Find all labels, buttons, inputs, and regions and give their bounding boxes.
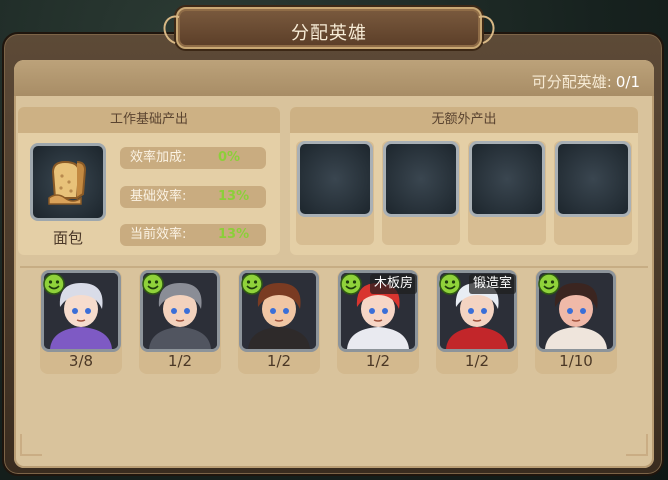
empty-slot	[555, 141, 631, 217]
hero-assignment-tag: 锻造室	[468, 274, 516, 294]
happy-face-icon	[43, 273, 65, 295]
stat-base-efficiency: 基础效率: 13%	[120, 186, 266, 208]
happy-face-icon	[340, 273, 362, 295]
stat-label: 效率加成:	[130, 150, 187, 165]
stat-value: 13%	[218, 189, 250, 204]
extra-output-panel: 无额外产出	[290, 107, 638, 255]
hero-card[interactable]: 1/2	[139, 270, 221, 376]
stat-label: 当前效率:	[130, 227, 187, 242]
assignable-heroes: 可分配英雄: 0/1	[532, 71, 640, 92]
hero-assignment-tag: 木板房	[369, 274, 417, 294]
stat-efficiency-bonus: 效率加成: 0%	[120, 147, 266, 169]
base-output-header: 工作基础产出	[18, 107, 280, 133]
extra-output-slot[interactable]	[296, 141, 374, 245]
stat-value: 0%	[218, 150, 241, 165]
bread-icon	[48, 160, 87, 205]
bread-slot[interactable]	[30, 143, 106, 221]
hero-card[interactable]: 1/10	[535, 270, 617, 376]
happy-face-icon	[142, 273, 164, 295]
stat-current-efficiency: 当前效率: 13%	[120, 224, 266, 246]
ornament-corner	[626, 434, 648, 456]
hero-count: 1/2	[365, 352, 391, 370]
section-divider	[20, 266, 648, 268]
assignable-value: 0/1	[615, 73, 640, 91]
hero-count: 1/2	[167, 352, 193, 370]
happy-face-icon	[439, 273, 461, 295]
stat-value: 13%	[218, 227, 250, 242]
hero-card[interactable]: 木板房 1/2	[337, 270, 419, 376]
hero-count: 1/2	[464, 352, 490, 370]
ornament-corner	[20, 434, 42, 456]
dialog-title: 分配英雄	[291, 23, 367, 44]
happy-face-icon	[538, 273, 560, 295]
extra-output-slot[interactable]	[382, 141, 460, 245]
extra-output-slot[interactable]	[468, 141, 546, 245]
hero-card[interactable]: 3/8	[40, 270, 122, 376]
game-screen: 分配英雄 可分配英雄: 0/1 工作基础产出 面包 效率加成: 0% 基础效率: …	[0, 0, 668, 480]
extra-output-slot[interactable]	[554, 141, 632, 245]
extra-output-header: 无额外产出	[290, 107, 638, 133]
stat-label: 基础效率:	[130, 189, 187, 204]
empty-slot	[383, 141, 459, 217]
happy-face-icon	[241, 273, 263, 295]
hero-count: 1/2	[266, 352, 292, 370]
hero-card[interactable]: 1/2	[238, 270, 320, 376]
hero-count: 1/10	[559, 352, 593, 370]
assignable-label: 可分配英雄:	[531, 73, 612, 91]
title-banner: 分配英雄	[176, 7, 482, 49]
empty-slot	[469, 141, 545, 217]
base-output-panel: 工作基础产出 面包 效率加成: 0% 基础效率: 13% 当前效率: 13%	[18, 107, 280, 255]
empty-slot	[297, 141, 373, 217]
hero-count: 3/8	[68, 352, 94, 370]
hero-card[interactable]: 锻造室 1/2	[436, 270, 518, 376]
item-name: 面包	[52, 229, 83, 247]
